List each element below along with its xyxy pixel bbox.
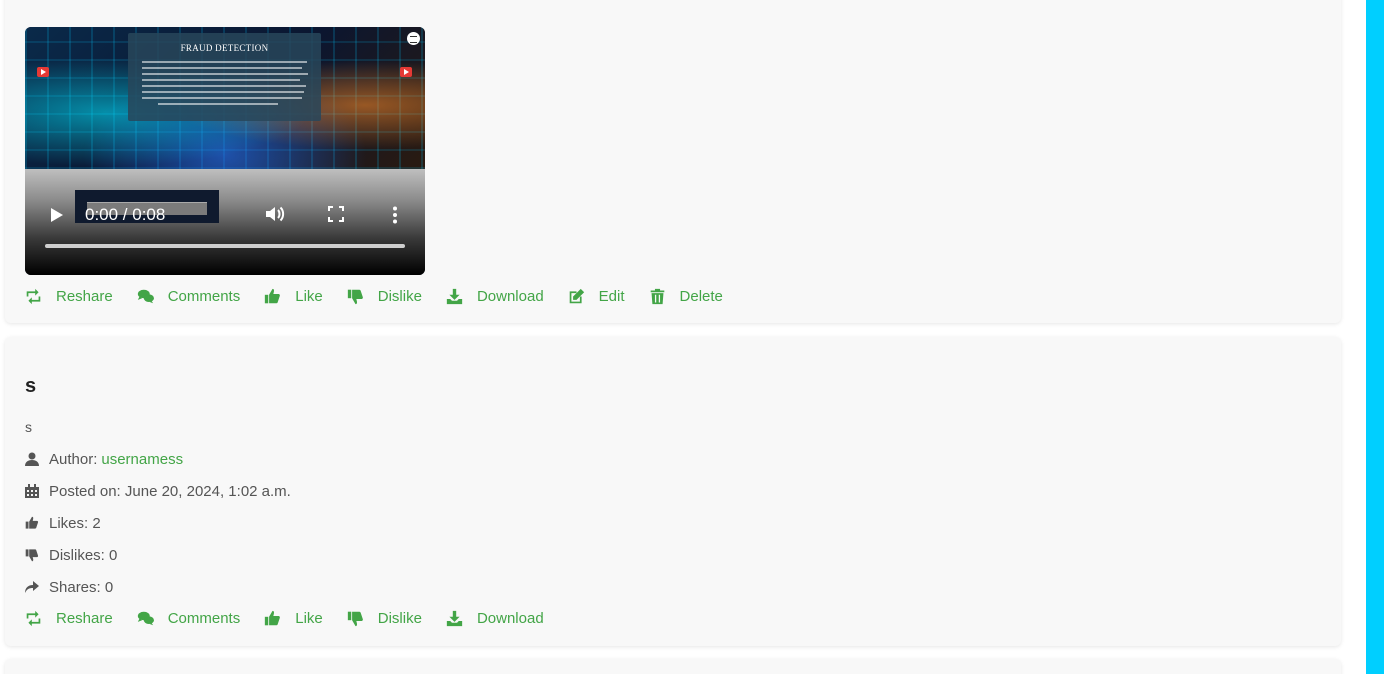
comments-icon bbox=[137, 611, 154, 625]
fullscreen-icon[interactable] bbox=[328, 206, 344, 225]
youtube-icon bbox=[37, 67, 49, 77]
video-progress-bar[interactable] bbox=[45, 244, 405, 248]
video-thumbnail: FRAUD DETECTION bbox=[25, 27, 425, 169]
post-likes: Likes: 2 bbox=[25, 514, 101, 532]
delete-button[interactable]: Delete bbox=[649, 288, 723, 305]
like-button[interactable]: Like bbox=[264, 288, 323, 305]
post-feed: FRAUD DETECTION 0:00 / 0:08 Reshare Comm… bbox=[0, 0, 1366, 674]
post-title: s bbox=[25, 375, 37, 397]
post-author: Author: usernamess bbox=[25, 450, 183, 468]
video-player[interactable]: FRAUD DETECTION 0:00 / 0:08 bbox=[25, 27, 425, 275]
post-actions: Reshare Comments Like Dislike Download bbox=[25, 608, 568, 628]
comments-icon bbox=[137, 289, 154, 303]
post-body: s bbox=[25, 419, 32, 435]
thumbs-up-icon bbox=[25, 516, 39, 529]
thumbs-down-icon bbox=[25, 549, 39, 562]
reshare-button[interactable]: Reshare bbox=[25, 610, 113, 627]
like-button[interactable]: Like bbox=[264, 610, 323, 627]
calendar-icon bbox=[25, 484, 39, 498]
download-icon bbox=[446, 610, 463, 626]
retweet-icon bbox=[26, 288, 41, 304]
user-icon bbox=[25, 452, 39, 466]
edit-button[interactable]: Edit bbox=[568, 288, 625, 305]
scrollbar[interactable] bbox=[1366, 0, 1384, 674]
thumbnail-title: FRAUD DETECTION bbox=[180, 43, 269, 53]
edit-icon bbox=[569, 288, 584, 303]
download-icon bbox=[446, 288, 463, 304]
trash-icon bbox=[650, 288, 664, 304]
post-actions: Reshare Comments Like Dislike Download E… bbox=[25, 286, 747, 306]
volume-icon[interactable] bbox=[265, 205, 285, 226]
post-date: Posted on: June 20, 2024, 1:02 a.m. bbox=[25, 482, 291, 500]
thumbs-up-icon bbox=[265, 610, 281, 625]
comments-button[interactable]: Comments bbox=[137, 288, 240, 305]
dislike-button[interactable]: Dislike bbox=[347, 610, 422, 627]
thumbs-down-icon bbox=[347, 611, 363, 626]
dislike-button[interactable]: Dislike bbox=[347, 288, 422, 305]
youtube-icon bbox=[400, 67, 412, 77]
share-icon bbox=[25, 581, 39, 593]
post-card bbox=[5, 659, 1341, 674]
download-button[interactable]: Download bbox=[446, 610, 544, 627]
reshare-button[interactable]: Reshare bbox=[25, 288, 113, 305]
post-card: FRAUD DETECTION 0:00 / 0:08 Reshare Comm… bbox=[5, 0, 1341, 323]
retweet-icon bbox=[26, 610, 41, 626]
post-dislikes: Dislikes: 0 bbox=[25, 546, 117, 564]
download-button[interactable]: Download bbox=[446, 288, 544, 305]
thumbs-down-icon bbox=[347, 289, 363, 304]
more-vert-icon[interactable] bbox=[391, 206, 399, 227]
chat-bubble-icon bbox=[407, 32, 420, 45]
thumbs-up-icon bbox=[265, 288, 281, 303]
play-icon[interactable] bbox=[51, 208, 63, 222]
post-shares: Shares: 0 bbox=[25, 578, 113, 596]
author-link[interactable]: usernamess bbox=[101, 451, 183, 468]
thumbnail-text-panel: FRAUD DETECTION bbox=[128, 33, 321, 121]
comments-button[interactable]: Comments bbox=[137, 610, 240, 627]
post-card: s s Author: usernamess Posted on: June 2… bbox=[5, 337, 1341, 646]
video-controls: 0:00 / 0:08 bbox=[25, 169, 425, 275]
video-time: 0:00 / 0:08 bbox=[85, 205, 166, 224]
